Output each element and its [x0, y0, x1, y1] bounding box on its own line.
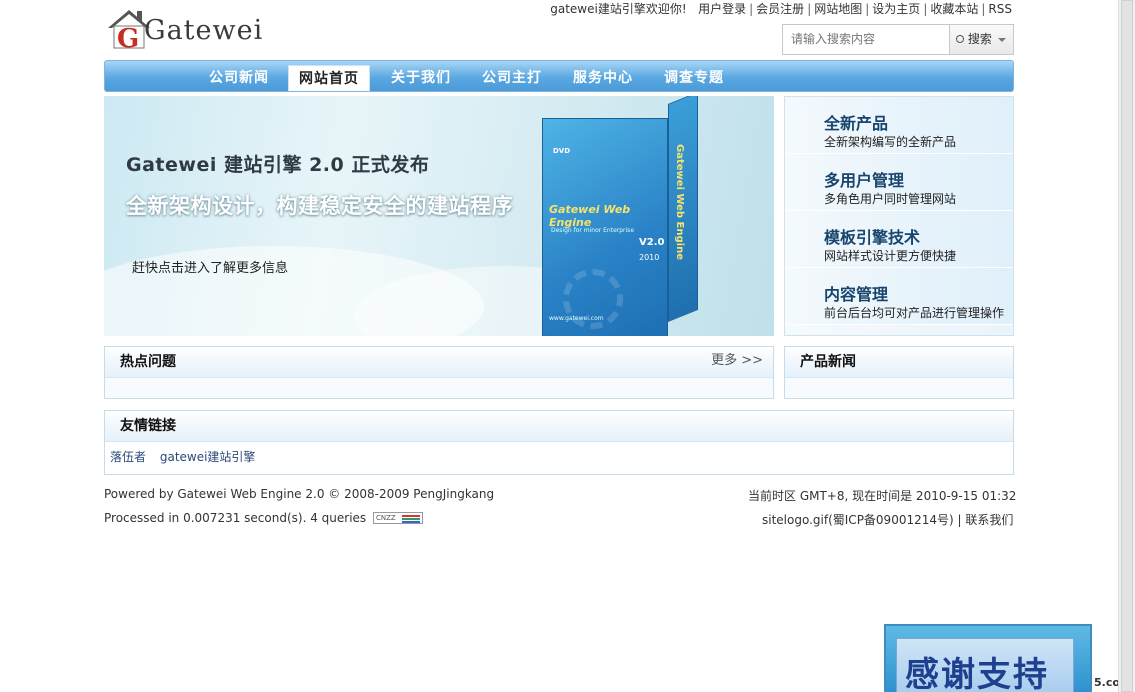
search-input[interactable] — [783, 25, 949, 54]
box-dvd-label: DVD — [553, 147, 571, 155]
top-links: gatewei建站引擎欢迎你! 用户登录 | 会员注册 | 网站地图 | 设为主页 | 收藏本站… — [550, 2, 1012, 16]
box-version: V2.0 — [639, 237, 665, 248]
search-box: 搜索 — [782, 24, 1014, 55]
hot-issues-title: 热点问题 — [120, 354, 176, 370]
search-icon — [956, 35, 964, 43]
feature-title: 全新产品 — [824, 114, 889, 133]
menu-item-products[interactable]: 公司主打 — [472, 65, 552, 91]
box-side-text: Gatewei Web Engine — [674, 144, 685, 260]
processed-text: Processed in 0.007231 second(s). 4 queri… — [104, 511, 367, 525]
site-logo[interactable]: G Gatewei — [106, 6, 262, 52]
box-brand: Gatewei Web Engine — [549, 203, 631, 229]
dropdown-arrow-icon[interactable] — [998, 38, 1006, 46]
feature-title: 多用户管理 — [824, 171, 905, 190]
feature-desc: 多角色用户同时管理网站 — [824, 192, 957, 206]
box-tagline: Design for minor Enterprise — [551, 227, 635, 234]
more-link[interactable]: 更多 >> — [711, 347, 763, 375]
box-year: 2010 — [639, 253, 660, 262]
product-news-panel: 产品新闻 — [784, 346, 1014, 399]
rss-link[interactable]: RSS — [988, 2, 1012, 16]
banner-subtitle: 全新架构设计，构建稳定安全的建站程序 — [126, 194, 513, 218]
menu-item-company-news[interactable]: 公司新闻 — [199, 65, 279, 91]
friend-links-panel: 友情链接 落伍者 gatewei建站引擎 — [104, 410, 1014, 475]
friend-link[interactable]: gatewei建站引擎 — [160, 450, 256, 464]
set-homepage-link[interactable]: 设为主页 — [872, 2, 920, 16]
feature-item[interactable]: 模板引擎技术 网站样式设计更方便快捷 — [785, 211, 1013, 268]
bookmark-link[interactable]: 收藏本站 — [930, 2, 978, 16]
product-box-image: DVD Gatewei Web Engine Design for minor … — [542, 96, 700, 336]
box-url: www.gatewei.com — [549, 315, 604, 322]
main-menu: 公司新闻 网站首页 关于我们 公司主打 服务中心 调查专题 — [104, 60, 1014, 92]
logo-wordmark: Gatewei — [144, 15, 264, 46]
feature-desc: 前台后台均可对产品进行管理操作 — [824, 306, 1005, 320]
friend-link[interactable]: 落伍者 — [110, 450, 146, 464]
cnzz-badge[interactable]: CNZZ — [373, 511, 423, 524]
feature-list: 全新产品 全新架构编写的全新产品 多用户管理 多角色用户同时管理网站 模板引擎技… — [784, 96, 1014, 336]
search-button[interactable]: 搜索 — [949, 25, 1013, 54]
banner-title: Gatewei 建站引擎 2.0 正式发布 — [126, 154, 430, 176]
feature-item[interactable]: 内容管理 前台后台均可对产品进行管理操作 — [785, 268, 1013, 325]
hot-issues-panel: 热点问题 更多 >> — [104, 346, 774, 399]
menu-item-about[interactable]: 关于我们 — [381, 65, 461, 91]
footer-timezone: 当前时区 GMT+8, 现在时间是 2010-9-15 01:32 — [748, 489, 1017, 503]
footer-icp: sitelogo.gif(蜀ICP备09001214号) | 联系我们 — [762, 513, 1014, 527]
feature-desc: 网站样式设计更方便快捷 — [824, 249, 957, 263]
banner-cta[interactable]: 赶快点击进入了解更多信息 — [132, 257, 288, 276]
icp-text: sitelogo.gif(蜀ICP备09001214号) — [762, 513, 954, 527]
thanks-text: 感谢支持 — [905, 655, 1049, 692]
hero-banner[interactable]: Gatewei 建站引擎 2.0 正式发布 全新架构设计，构建稳定安全的建站程序… — [104, 96, 774, 336]
feature-title: 模板引擎技术 — [824, 228, 921, 247]
welcome-text: gatewei建站引擎欢迎你! — [550, 2, 687, 16]
page: G Gatewei gatewei建站引擎欢迎你! 用户登录 | 会员注册 | 网站地图… — [0, 0, 1135, 692]
menu-item-home[interactable]: 网站首页 — [288, 65, 370, 91]
feature-desc: 全新架构编写的全新产品 — [824, 135, 957, 149]
feature-item[interactable]: 多用户管理 多角色用户同时管理网站 — [785, 154, 1013, 211]
menu-item-service[interactable]: 服务中心 — [563, 65, 643, 91]
footer-processed: Processed in 0.007231 second(s). 4 queri… — [104, 511, 423, 525]
sitemap-link[interactable]: 网站地图 — [814, 2, 862, 16]
feature-title: 内容管理 — [824, 285, 889, 304]
vertical-scrollbar[interactable] — [1118, 0, 1135, 692]
contact-link[interactable]: 联系我们 — [965, 513, 1013, 527]
menu-item-survey[interactable]: 调查专题 — [654, 65, 734, 91]
product-news-title: 产品新闻 — [800, 354, 856, 370]
login-link[interactable]: 用户登录 — [698, 2, 746, 16]
svg-text:G: G — [117, 24, 139, 50]
footer-powered: Powered by Gatewei Web Engine 2.0 © 2008… — [104, 487, 495, 501]
scrollbar-thumb[interactable] — [1121, 0, 1133, 692]
register-link[interactable]: 会员注册 — [756, 2, 804, 16]
thanks-banner[interactable]: 感谢支持 — [884, 624, 1092, 692]
friend-links-title: 友情链接 — [120, 418, 176, 434]
feature-item[interactable]: 全新产品 全新架构编写的全新产品 — [785, 97, 1013, 154]
search-button-label: 搜索 — [967, 32, 992, 46]
